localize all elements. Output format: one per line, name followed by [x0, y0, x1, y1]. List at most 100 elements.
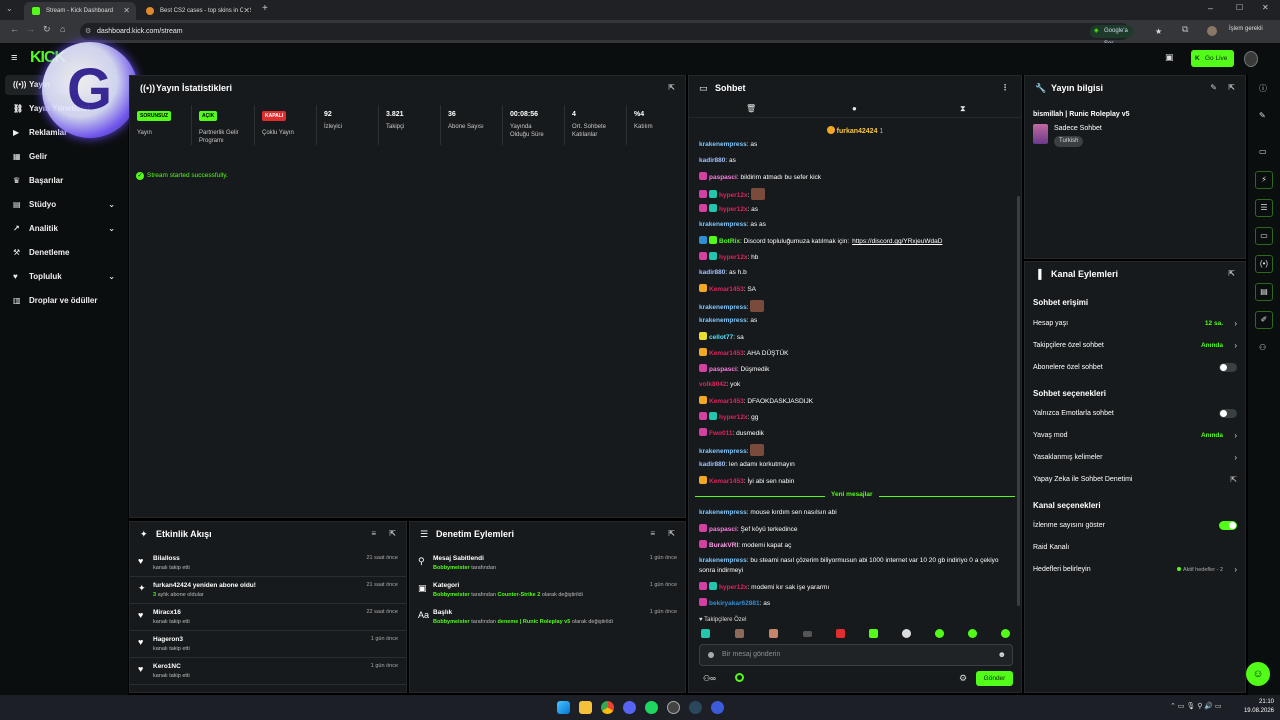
broadcast-icon[interactable]: (•)	[1255, 255, 1273, 273]
filter-icon[interactable]: ≡	[371, 522, 376, 546]
back-icon[interactable]: ←	[10, 24, 19, 34]
sidebar-item-studyo[interactable]: ▤ Stüdyo ⌄	[5, 195, 123, 215]
card-icon[interactable]: ▭	[1259, 147, 1267, 156]
user-avatar[interactable]	[1244, 51, 1258, 67]
emote-icon[interactable]	[701, 629, 710, 638]
list-icon[interactable]: ☰	[1255, 199, 1273, 217]
go-live-button[interactable]: K Go Live	[1191, 50, 1234, 67]
spotify-icon[interactable]	[645, 701, 658, 714]
support-chat-button[interactable]: ☺	[1246, 662, 1270, 686]
chat-username[interactable]: krakenempress	[699, 509, 747, 516]
chat-username[interactable]: krakenempress	[699, 141, 747, 148]
close-tab-icon[interactable]: ✕	[123, 2, 130, 20]
new-tab-icon[interactable]: +	[262, 3, 268, 14]
popout-icon[interactable]: ⇱	[1228, 76, 1235, 100]
chat-username[interactable]: BurakVRI	[709, 542, 738, 549]
chat-username[interactable]: Kemar1453	[709, 350, 744, 357]
pinned-user-bar[interactable]: furkan42424 1	[689, 126, 1021, 135]
chat-username[interactable]: krakenempress	[699, 448, 747, 455]
lightning-icon[interactable]: ⚡	[1255, 171, 1273, 189]
emote-icon[interactable]	[935, 629, 944, 638]
emote-icon[interactable]	[803, 631, 812, 637]
banned-words-row[interactable]: Yasaklanmış kelimeler ›	[1033, 448, 1237, 468]
chat-username[interactable]: Fwo011	[709, 430, 732, 437]
sidebar-item-topluluk[interactable]: ♥ Topluluk ⌄	[5, 267, 123, 287]
close-tab-icon[interactable]: ✕	[243, 2, 250, 20]
chat-username[interactable]: hyper12x	[719, 206, 748, 213]
address-bar[interactable]: ⚙ dashboard.kick.com/stream ◈ Google'a S…	[80, 23, 1162, 47]
chat-username[interactable]: krakenempress	[699, 304, 747, 311]
tray-icons[interactable]: ⌃ ▭ 🎙 ⚲ 🔊 ▭	[1170, 702, 1222, 710]
chat-username[interactable]: paspasci	[709, 526, 737, 533]
chat-username[interactable]: kadir880	[699, 461, 725, 468]
chat-bubble-icon[interactable]: ●	[852, 104, 857, 113]
chat-username[interactable]: hyper12x	[719, 414, 748, 421]
edit-icon[interactable]: ✎	[1259, 111, 1266, 120]
emote-icon[interactable]	[1001, 629, 1010, 638]
file-explorer-icon[interactable]	[579, 701, 592, 714]
category-thumbnail[interactable]	[1033, 124, 1048, 144]
chat-badge-icon[interactable]	[708, 652, 714, 658]
popout-icon[interactable]: ⇱	[1228, 262, 1235, 286]
app-icon[interactable]	[667, 701, 680, 714]
info-icon[interactable]: ⓘ	[1259, 83, 1267, 94]
sidebar-item-basarilar[interactable]: ♛ Başarılar	[5, 171, 123, 191]
chat-username[interactable]: hyper12x	[719, 192, 748, 199]
profile-status[interactable]: İşlem gerekli	[1229, 26, 1263, 32]
reload-icon[interactable]: ↻	[43, 24, 51, 35]
chat-username[interactable]: Kemar1453	[709, 286, 744, 293]
chat-username[interactable]: kadir880	[699, 269, 725, 276]
goals-row[interactable]: Hedefleri belirleyin Aktif hedefler - 2 …	[1033, 560, 1237, 580]
profile-avatar[interactable]	[1207, 26, 1217, 36]
chat-username[interactable]: paspasci	[709, 366, 737, 373]
clock-date[interactable]: 19.08.2026	[1236, 708, 1274, 714]
ai-moderation-row[interactable]: Yapay Zeka ile Sohbet Denetimi ⇱	[1033, 470, 1237, 490]
close-window-icon[interactable]: ✕	[1262, 3, 1269, 12]
chrome-icon[interactable]	[601, 701, 614, 714]
site-info-icon[interactable]: ⚙	[85, 23, 91, 40]
kick-coins-icon[interactable]: ⚇∞	[703, 674, 716, 683]
filter-icon[interactable]: ≡	[650, 522, 655, 546]
chat-scrollbar[interactable]	[1017, 196, 1020, 606]
emote-icon[interactable]	[836, 629, 845, 638]
chat-username[interactable]: bekiryakar62881	[709, 600, 760, 607]
google-ask-chip[interactable]: ◈ Google'a Sor	[1090, 25, 1133, 47]
chat-username[interactable]: volk8042	[699, 381, 726, 388]
sidebar-item-droplar[interactable]: ▥ Droplar ve ödüller	[5, 291, 123, 311]
bookmark-star-icon[interactable]: ★	[1155, 23, 1162, 40]
emote-icon[interactable]	[769, 629, 778, 638]
discord-icon[interactable]	[623, 701, 636, 714]
users-icon[interactable]: ⚇	[1259, 343, 1266, 352]
chat-username[interactable]: cellot77	[709, 334, 733, 341]
extensions-icon[interactable]: ⧉	[1182, 24, 1188, 35]
menu-icon[interactable]: ≡	[11, 52, 17, 64]
edit-icon[interactable]: ✎	[1210, 76, 1217, 100]
chat-link[interactable]: https://discord.gg/YRxjeuWdaD	[852, 238, 942, 245]
raid-row[interactable]: Raid Kanalı	[1033, 538, 1237, 558]
moderation-list-icon[interactable]: ▤	[1255, 283, 1273, 301]
chat-username[interactable]: BotRix	[719, 238, 740, 245]
stream-key-icon[interactable]: ▣	[1165, 52, 1174, 63]
account-age-row[interactable]: Hesap yaşı 12 sa. ›	[1033, 314, 1237, 334]
emote-only-toggle[interactable]	[1219, 409, 1237, 418]
chat-settings-icon[interactable]: ⚙	[959, 673, 967, 684]
emote-icon[interactable]	[968, 629, 977, 638]
send-button[interactable]: Gönder	[976, 671, 1013, 686]
emoji-icon[interactable]: ☻	[998, 645, 1006, 665]
steam-icon[interactable]	[689, 701, 702, 714]
trash-icon[interactable]: 🗑	[746, 104, 756, 113]
maximize-icon[interactable]: ☐	[1236, 3, 1243, 12]
show-viewers-toggle[interactable]	[1219, 521, 1237, 530]
popout-icon[interactable]: ⇱	[668, 522, 675, 546]
emote-icon[interactable]	[902, 629, 911, 638]
app-icon[interactable]	[711, 701, 724, 714]
more-options-icon[interactable]: ⋮	[1001, 76, 1009, 100]
emote-icon[interactable]	[869, 629, 878, 638]
chat-username[interactable]: krakenempress	[699, 221, 747, 228]
category-name[interactable]: Sadece Sohbet	[1054, 125, 1102, 132]
home-icon[interactable]: ⌂	[60, 24, 65, 34]
chat-username[interactable]: hyper12x	[719, 254, 748, 261]
chat-username[interactable]: hyper12x	[719, 584, 748, 591]
popout-icon[interactable]: ⇱	[389, 522, 396, 546]
subs-only-toggle[interactable]	[1219, 363, 1237, 372]
